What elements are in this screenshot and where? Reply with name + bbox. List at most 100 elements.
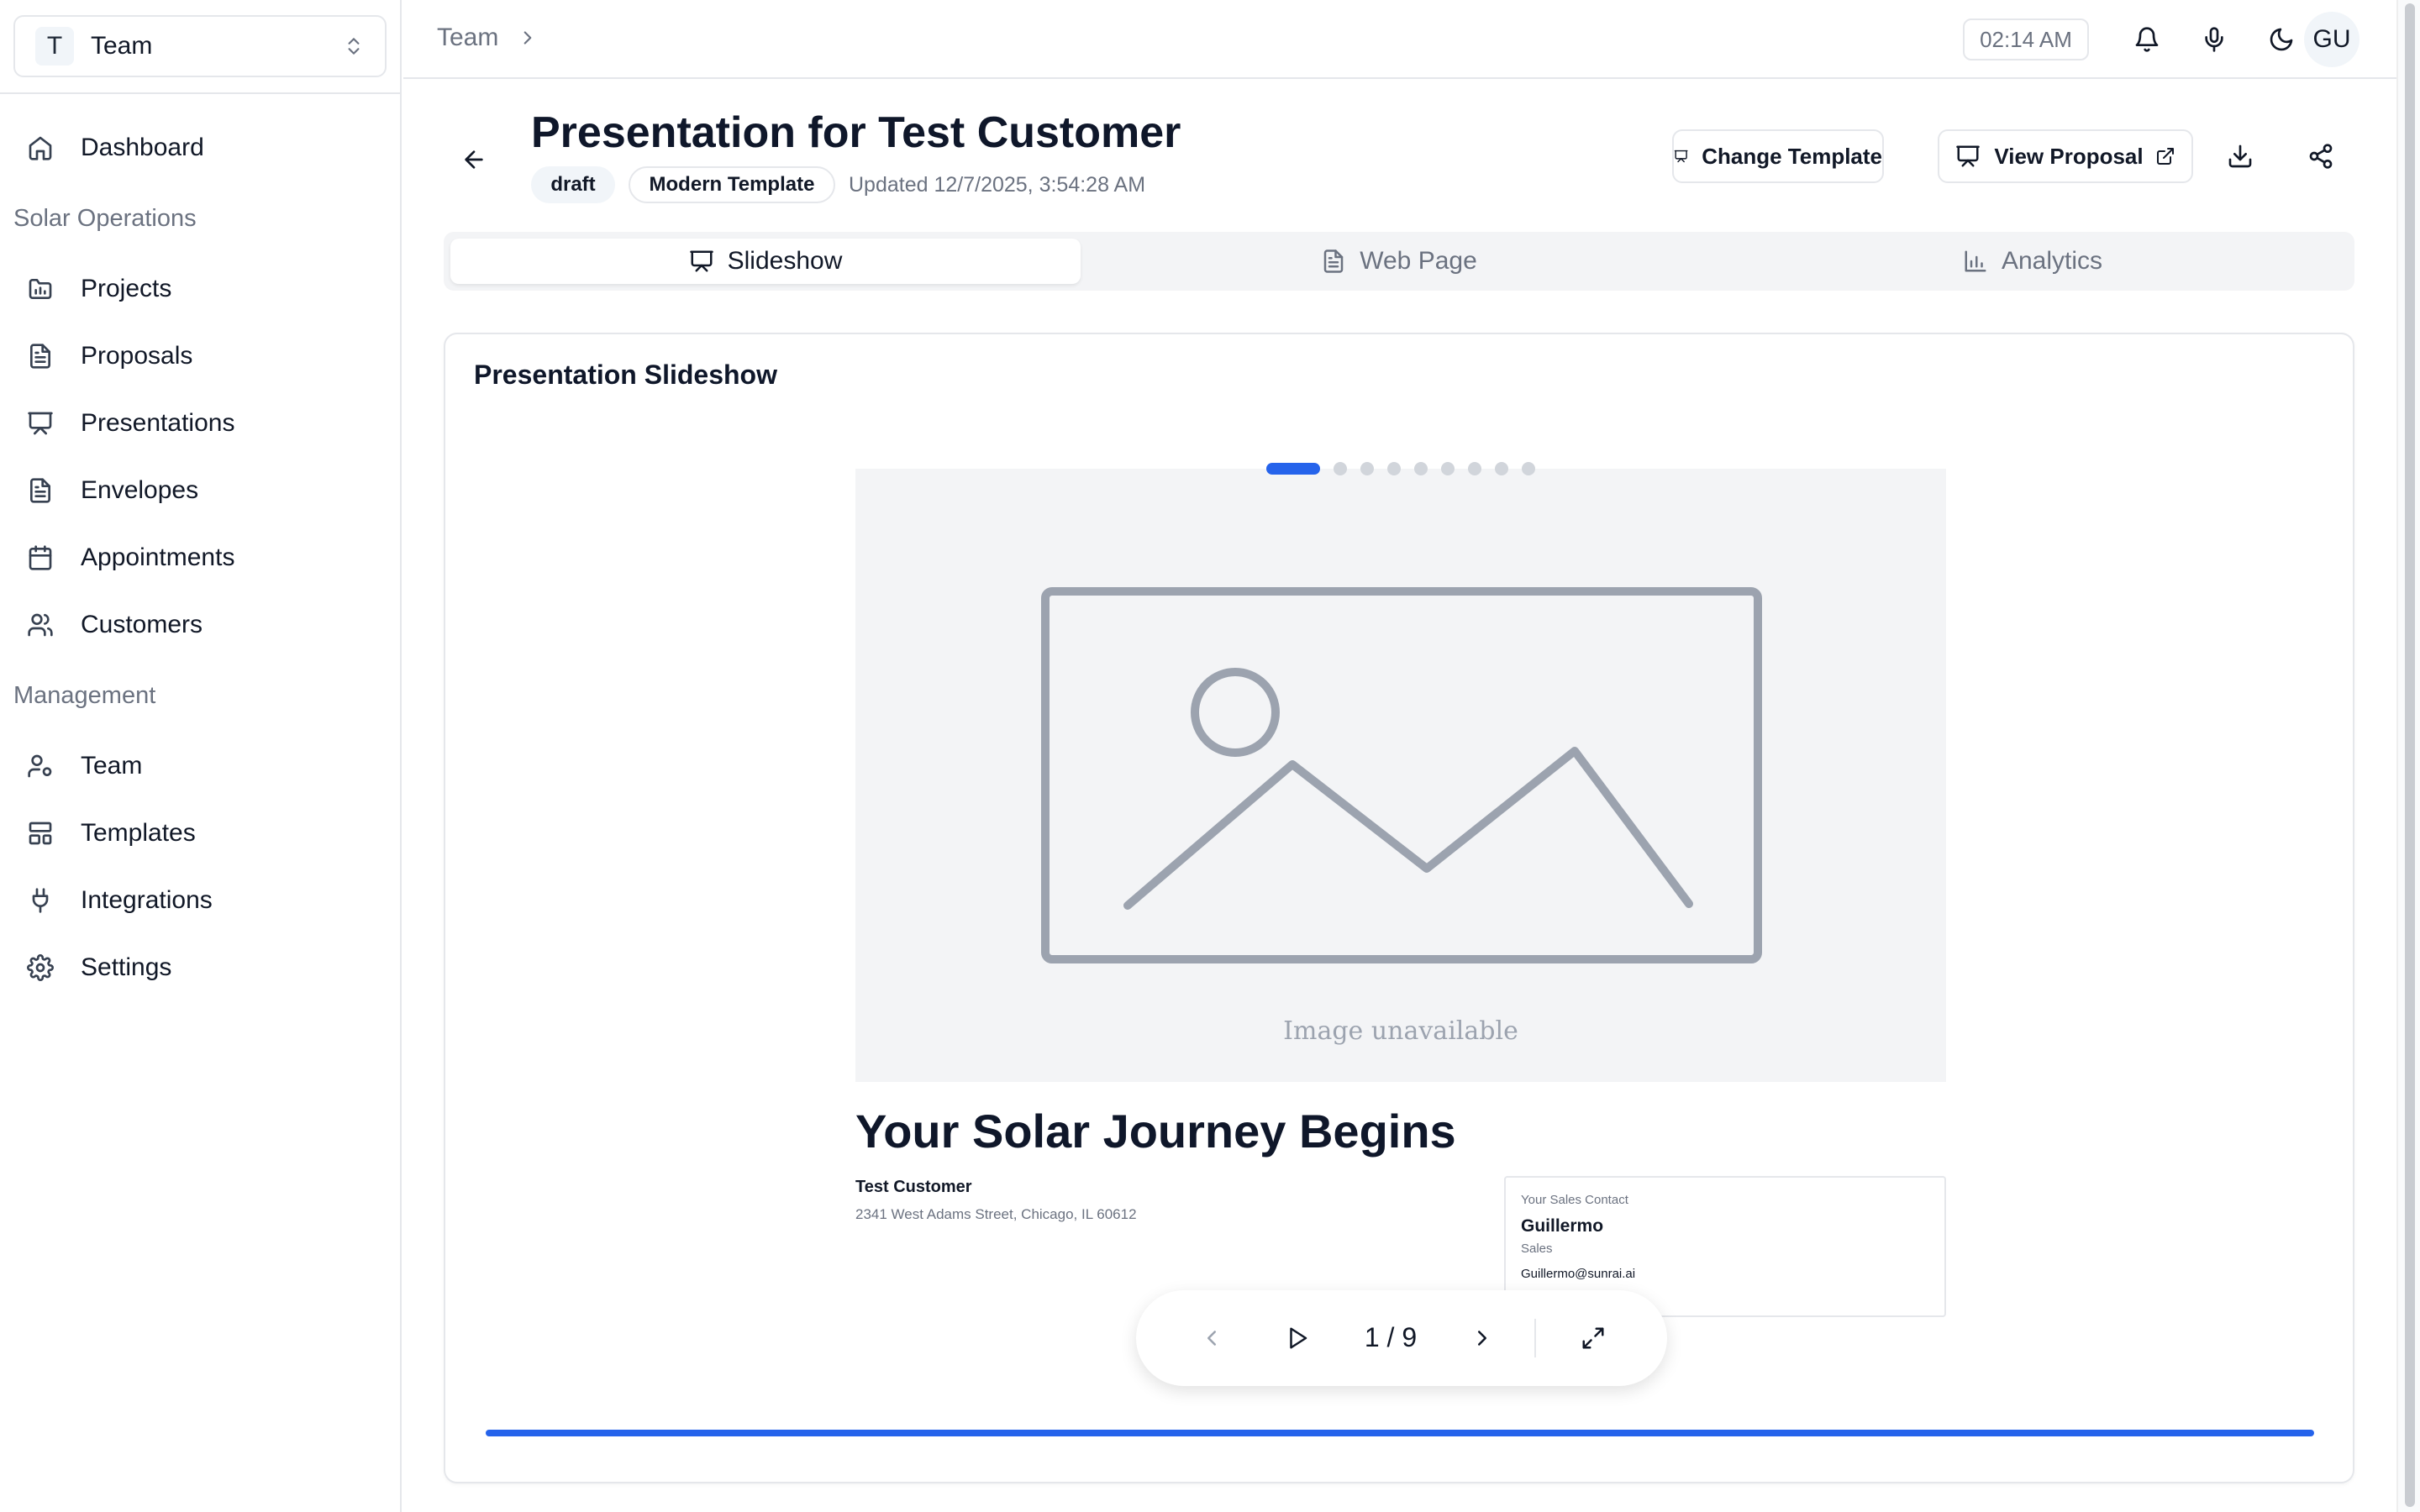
slide-dot-3[interactable] <box>1360 462 1374 475</box>
slide-dot-4[interactable] <box>1387 462 1401 475</box>
theme-toggle-button[interactable] <box>2262 20 2301 59</box>
image-placeholder-icon <box>1041 587 1762 963</box>
next-slide-button[interactable] <box>1459 1315 1506 1362</box>
sidebar-item-integrations[interactable]: Integrations <box>13 875 388 926</box>
sidebar-item-appointments[interactable]: Appointments <box>13 533 388 583</box>
sidebar-item-presentations[interactable]: Presentations <box>13 398 388 449</box>
voice-button[interactable] <box>2195 20 2233 59</box>
sidebar-item-projects[interactable]: Projects <box>13 264 388 314</box>
sidebar-item-templates[interactable]: Templates <box>13 808 388 858</box>
presentation-icon <box>689 250 713 272</box>
tab-label: Analytics <box>2001 247 2103 275</box>
updated-timestamp: Updated 12/7/2025, 3:54:28 AM <box>849 173 1146 197</box>
share-button[interactable] <box>2301 136 2341 176</box>
sidebar-item-label: Appointments <box>81 543 235 571</box>
plug-icon <box>32 888 49 913</box>
slide-dot-1[interactable] <box>1266 463 1320 475</box>
presentation-icon <box>28 412 53 435</box>
sidebar-item-label: Proposals <box>81 342 193 370</box>
progress-fill <box>486 1430 2314 1436</box>
sidebar-item-envelopes[interactable]: Envelopes <box>13 465 388 516</box>
sidebar-item-label: Envelopes <box>81 476 199 504</box>
sidebar-item-team[interactable]: Team <box>13 741 388 791</box>
slide-dot-2[interactable] <box>1334 462 1347 475</box>
gear-icon <box>27 954 54 981</box>
folder-chart-icon <box>29 279 52 299</box>
play-button[interactable] <box>1274 1315 1321 1362</box>
sidebar-item-label: Integrations <box>81 886 213 914</box>
image-unavailable-text: Image unavailable <box>1283 1016 1518 1046</box>
user-cog-icon <box>28 754 52 778</box>
top-bar: Team 02:14 AM GU <box>403 0 2396 79</box>
file-text-icon <box>30 478 50 503</box>
user-avatar[interactable]: GU <box>2304 12 2360 67</box>
page-scrollbar[interactable] <box>2396 0 2420 1512</box>
tab-analytics[interactable]: Analytics <box>1718 239 2348 284</box>
slide-counter: 1 / 9 <box>1364 1322 1418 1352</box>
bar-chart-icon <box>1965 250 1986 272</box>
chevron-right-icon <box>1478 1331 1486 1346</box>
slide-dot-5[interactable] <box>1414 462 1428 475</box>
presentation-icon <box>1956 145 1981 167</box>
controls-divider <box>1534 1319 1536 1357</box>
sidebar-item-label: Dashboard <box>81 134 204 161</box>
sidebar-item-label: Customers <box>81 611 203 638</box>
slide-dot-8[interactable] <box>1495 462 1508 475</box>
moon-icon <box>2270 28 2293 51</box>
download-button[interactable] <box>2220 136 2260 176</box>
home-icon <box>29 136 52 160</box>
sidebar-item-label: Presentations <box>81 409 235 437</box>
change-template-label: Change Template <box>1702 143 1882 169</box>
scrollbar-thumb[interactable] <box>2405 3 2415 1507</box>
customer-address: 2341 West Adams Street, Chicago, IL 6061… <box>855 1206 1137 1222</box>
maximize-icon <box>1582 1327 1604 1349</box>
users-icon <box>28 613 53 637</box>
slide-dot-7[interactable] <box>1468 462 1481 475</box>
sidebar-divider <box>0 92 402 94</box>
view-proposal-button[interactable]: View Proposal <box>1938 129 2193 183</box>
slideshow-controls: 1 / 9 <box>1136 1290 1667 1386</box>
sidebar-item-dashboard[interactable]: Dashboard <box>13 123 388 173</box>
sidebar-item-label: Settings <box>81 953 172 981</box>
notifications-button[interactable] <box>2128 20 2166 59</box>
layout-icon <box>29 822 52 845</box>
share-icon <box>2309 144 2333 169</box>
back-button[interactable] <box>454 139 494 180</box>
tab-label: Web Page <box>1360 247 1477 275</box>
previous-slide-button[interactable] <box>1188 1315 1235 1362</box>
sidebar-item-settings[interactable]: Settings <box>13 942 388 993</box>
file-text-icon <box>1323 249 1344 273</box>
status-badge: draft <box>531 166 615 203</box>
team-switcher[interactable]: T Team <box>13 15 387 77</box>
slide-heading: Your Solar Journey Begins <box>855 1105 1456 1158</box>
card-title: Presentation Slideshow <box>474 360 777 390</box>
download-icon <box>2228 144 2252 168</box>
chevron-right-icon <box>524 31 532 45</box>
contact-name: Guillermo <box>1521 1216 1604 1236</box>
fullscreen-button[interactable] <box>1570 1315 1617 1362</box>
slideshow-progress-bar <box>486 1430 2314 1436</box>
contact-role: Sales <box>1521 1242 1553 1256</box>
tab-slideshow[interactable]: Slideshow <box>450 239 1081 284</box>
calendar-icon <box>29 545 52 570</box>
change-template-button[interactable]: Change Template <box>1672 129 1884 183</box>
team-name: Team <box>91 32 153 60</box>
breadcrumb-item-team[interactable]: Team <box>437 24 498 52</box>
slide-dot-6[interactable] <box>1441 462 1455 475</box>
play-icon <box>1290 1327 1307 1349</box>
bell-icon <box>2135 27 2159 52</box>
sidebar-item-customers[interactable]: Customers <box>13 600 388 650</box>
team-avatar: T <box>35 27 74 66</box>
customer-name: Test Customer <box>855 1178 972 1196</box>
view-tabs: Slideshow Web Page Analytics <box>444 232 2354 291</box>
slide-dot-9[interactable] <box>1522 462 1535 475</box>
sidebar-item-label: Projects <box>81 275 172 302</box>
microphone-icon <box>2205 27 2223 52</box>
chevron-left-icon <box>1207 1331 1216 1346</box>
presentation-icon <box>1674 150 1688 163</box>
tab-web-page[interactable]: Web Page <box>1084 239 1714 284</box>
sidebar-item-proposals[interactable]: Proposals <box>13 331 388 381</box>
arrow-left-icon <box>465 150 483 169</box>
breadcrumb: Team <box>437 24 539 52</box>
chevrons-up-down-icon <box>348 38 360 55</box>
